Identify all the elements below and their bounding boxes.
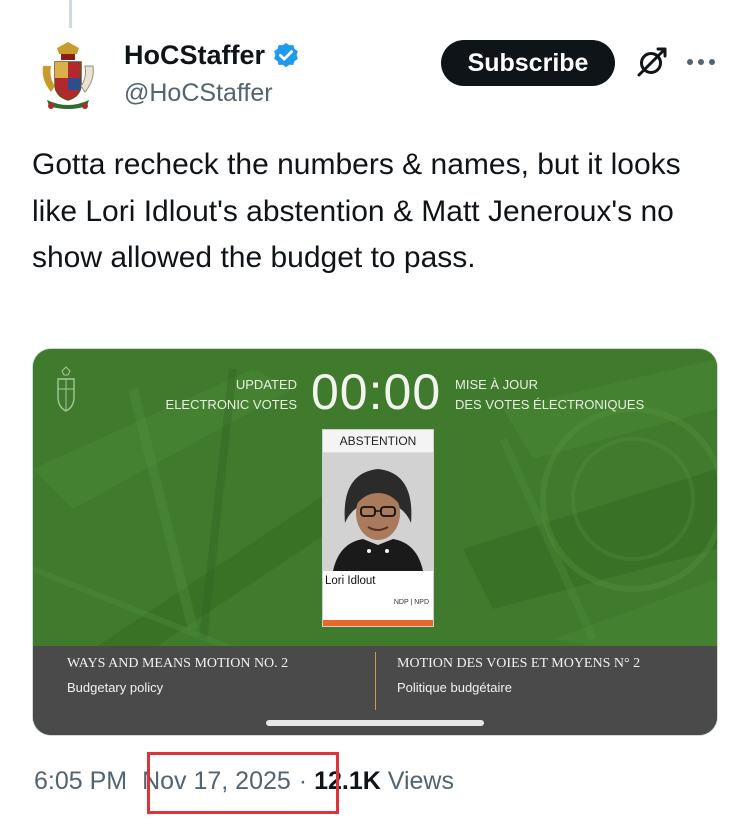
verified-badge-icon [274,42,298,67]
video-scrub-bar[interactable] [266,720,484,726]
mp-name: Lori Idlout [325,575,376,587]
coat-of-arms-icon [37,40,99,112]
updated-en-line2: ELECTRONIC VOTES [165,397,297,412]
display-name[interactable]: HoCStaffer [124,40,265,71]
updated-fr-line2: DES VOTES ÉLECTRONIQUES [455,397,645,412]
vote-status: ABSTENTION [323,430,433,453]
mp-portrait [323,453,433,571]
party-color-bar [323,620,433,626]
tweet-time[interactable]: 6:05 PM [34,767,127,795]
tweet-text: Gotta recheck the numbers & names, but i… [32,148,681,274]
name-row: HoCStaffer [124,40,301,71]
updated-fr-line1: MISE À JOUR [455,377,539,392]
motion-divider [375,652,376,710]
updated-en-line1: UPDATED [235,377,297,392]
author-info[interactable]: HoCStaffer @HoCStaffer [124,40,301,108]
thread-line [69,0,72,28]
portrait-image [323,453,433,571]
motion-subtitle-en: Budgetary policy [67,680,164,695]
motion-title-fr: MOTION DES VOIES ET MOYENS N° 2 [397,656,641,671]
mp-vote-card: ABSTENTION Lori Idlout NDP | NPD [322,429,434,627]
tweet-media[interactable]: UPDATED ELECTRONIC VOTES 00:00 MISE À JO… [33,349,717,735]
house-crest-icon [57,366,75,412]
subscribe-button[interactable]: Subscribe [441,40,615,86]
motion-subtitle-fr: Politique budgétaire [397,680,512,695]
motion-title-en: WAYS AND MEANS MOTION NO. 2 [67,656,289,671]
handle[interactable]: @HoCStaffer [124,79,301,108]
mp-party: NDP | NPD [393,599,429,606]
avatar[interactable] [36,40,100,112]
date-highlight-box [147,752,339,814]
views-label[interactable]: Views [388,767,454,795]
grok-icon[interactable] [634,46,668,80]
updated-votes-label-en: UPDATED ELECTRONIC VOTES [166,375,297,415]
updated-votes-label-fr: MISE À JOUR DES VOTES ÉLECTRONIQUES [455,375,644,415]
vote-timer: 00:00 [311,364,442,420]
more-options-icon[interactable] [684,52,718,72]
